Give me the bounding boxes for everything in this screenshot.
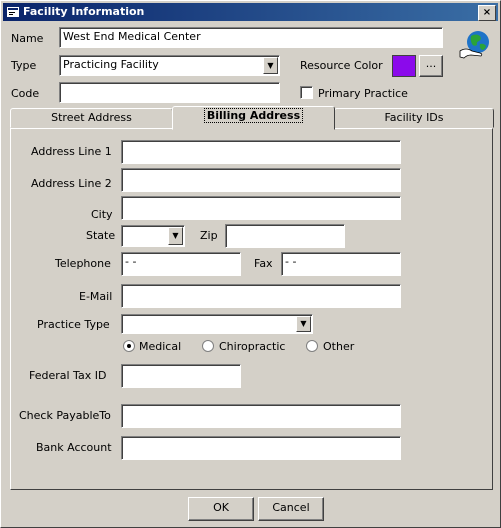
telephone-label: Telephone (55, 257, 111, 270)
address-line1-field[interactable] (121, 140, 401, 164)
city-label: City (91, 208, 113, 221)
facility-information-window: Facility Information × Name West End Med… (0, 0, 501, 528)
radio-medical[interactable] (123, 340, 135, 352)
ok-button[interactable]: OK (188, 497, 254, 521)
tab-facility-ids[interactable]: Facility IDs (334, 108, 494, 128)
type-select[interactable]: Practicing Facility ▼ (59, 55, 280, 76)
radio-other[interactable] (306, 340, 318, 352)
practice-type-select[interactable]: ▼ (121, 314, 313, 334)
resource-color-picker-button[interactable]: ... (419, 55, 443, 77)
radio-medical-label: Medical (139, 340, 182, 353)
radio-other-label: Other (323, 340, 355, 353)
bank-account-label: Bank Account (36, 441, 112, 454)
cancel-button[interactable]: Cancel (258, 497, 324, 521)
code-field[interactable] (59, 82, 280, 103)
tab-facility-ids-label: Facility IDs (384, 111, 444, 124)
state-dropdown-arrow-icon[interactable]: ▼ (168, 227, 183, 245)
radio-chiropractic-label: Chiropractic (219, 340, 286, 353)
tab-billing-address[interactable]: Billing Address (172, 106, 335, 130)
type-dropdown-arrow-icon[interactable]: ▼ (263, 57, 278, 74)
fax-field[interactable]: - - (281, 252, 401, 276)
practice-type-dropdown-arrow-icon[interactable]: ▼ (296, 316, 311, 332)
primary-practice-label: Primary Practice (318, 87, 408, 100)
zip-field[interactable] (225, 224, 345, 248)
tab-street-address[interactable]: Street Address (10, 108, 173, 128)
tab-billing-address-label: Billing Address (203, 108, 304, 123)
practice-type-label: Practice Type (37, 318, 110, 331)
ok-button-label: OK (213, 501, 229, 514)
city-field[interactable] (121, 196, 401, 220)
window-title: Facility Information (23, 5, 145, 18)
federal-tax-id-field[interactable] (121, 364, 241, 388)
state-select[interactable]: ▼ (121, 225, 185, 247)
radio-chiropractic[interactable] (202, 340, 214, 352)
address-line1-label: Address Line 1 (31, 145, 112, 158)
globe-hand-icon (459, 31, 489, 59)
check-payable-field[interactable] (121, 404, 401, 428)
email-field[interactable] (121, 284, 401, 308)
email-label: E-Mail (79, 290, 113, 303)
close-button[interactable]: × (478, 5, 496, 21)
code-label: Code (11, 87, 40, 100)
zip-label: Zip (200, 229, 218, 242)
tab-street-address-label: Street Address (51, 111, 132, 124)
fax-label: Fax (254, 257, 273, 270)
resource-color-label: Resource Color (300, 59, 383, 72)
bank-account-field[interactable] (121, 436, 401, 460)
primary-practice-checkbox[interactable] (300, 86, 313, 99)
address-line2-field[interactable] (121, 168, 401, 192)
state-label: State (86, 229, 116, 242)
type-select-value: Practicing Facility (63, 58, 159, 71)
name-label: Name (11, 32, 44, 45)
address-line2-label: Address Line 2 (31, 177, 112, 190)
type-label: Type (11, 59, 37, 72)
title-bar[interactable]: Facility Information × (3, 3, 498, 21)
check-payable-label: Check PayableTo (19, 409, 111, 422)
telephone-field[interactable]: - - (121, 252, 241, 276)
cancel-button-label: Cancel (272, 501, 310, 514)
app-icon (7, 7, 19, 17)
federal-tax-id-label: Federal Tax ID (29, 369, 107, 382)
resource-color-swatch[interactable] (392, 55, 416, 77)
name-field[interactable]: West End Medical Center (59, 27, 443, 48)
